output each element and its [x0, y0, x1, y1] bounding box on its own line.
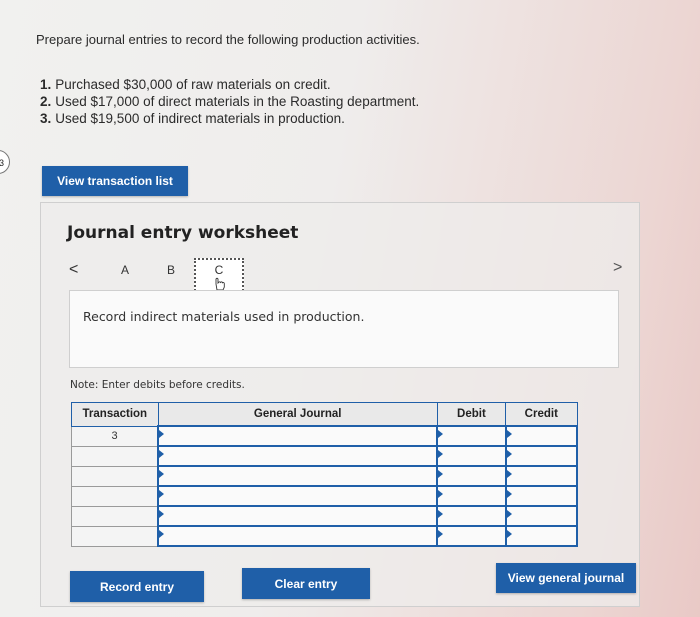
debit-input[interactable]	[436, 525, 507, 547]
table-row	[71, 485, 579, 507]
account-select[interactable]	[157, 485, 439, 507]
credit-input[interactable]	[504, 445, 579, 467]
activity-item: 1. Purchased $30,000 of raw materials on …	[40, 77, 331, 92]
credit-input[interactable]	[504, 425, 579, 447]
activity-list: 1. Purchased $30,000 of raw materials on …	[40, 76, 419, 127]
header-transaction: Transaction	[71, 402, 159, 427]
debit-input[interactable]	[436, 505, 507, 527]
entry-description-box: Record indirect materials used in produc…	[69, 290, 619, 368]
activity-item: 2. Used $17,000 of direct materials in th…	[40, 94, 420, 109]
instructions: Prepare journal entries to record the fo…	[36, 32, 420, 47]
tab-a[interactable]: A	[121, 263, 129, 277]
account-select[interactable]	[157, 525, 439, 547]
journal-entry-worksheet: Journal entry worksheet < A B C > Record…	[40, 202, 640, 607]
worksheet-title: Journal entry worksheet	[67, 223, 299, 243]
prev-question-tab[interactable]: 3	[0, 150, 10, 174]
transaction-cell	[71, 465, 159, 487]
table-row: 3	[71, 425, 579, 447]
header-debit: Debit	[436, 402, 507, 427]
table-row	[71, 445, 579, 467]
credit-input[interactable]	[504, 465, 579, 487]
tab-b[interactable]: B	[167, 263, 175, 277]
view-general-journal-button[interactable]: View general journal	[496, 563, 636, 593]
account-select[interactable]	[157, 425, 439, 447]
table-row	[71, 465, 579, 487]
account-select[interactable]	[157, 445, 439, 467]
journal-table: Transaction General Journal Debit Credit…	[71, 402, 579, 547]
record-entry-button[interactable]: Record entry	[70, 571, 204, 602]
entry-description: Record indirect materials used in produc…	[83, 309, 365, 324]
debit-input[interactable]	[436, 465, 507, 487]
note-text: Note: Enter debits before credits.	[70, 379, 245, 391]
account-select[interactable]	[157, 505, 439, 527]
debit-input[interactable]	[436, 425, 507, 447]
credit-input[interactable]	[504, 525, 579, 547]
chevron-left-icon[interactable]: <	[69, 261, 78, 279]
transaction-cell: 3	[71, 425, 159, 447]
credit-input[interactable]	[504, 485, 579, 507]
account-select[interactable]	[157, 465, 439, 487]
chevron-right-icon[interactable]: >	[613, 259, 622, 277]
transaction-cell	[71, 525, 159, 547]
debit-input[interactable]	[436, 445, 507, 467]
transaction-cell	[71, 445, 159, 467]
transaction-cell	[71, 505, 159, 527]
hand-pointer-icon	[215, 277, 225, 291]
table-row	[71, 525, 579, 547]
header-general-journal: General Journal	[157, 402, 438, 427]
clear-entry-button[interactable]: Clear entry	[242, 568, 370, 599]
table-row	[71, 505, 579, 527]
debit-input[interactable]	[436, 485, 507, 507]
tab-c[interactable]: C	[194, 258, 244, 294]
header-credit: Credit	[505, 402, 578, 427]
view-transaction-list-button[interactable]: View transaction list	[42, 166, 188, 196]
table-header-row: Transaction General Journal Debit Credit	[71, 402, 578, 427]
credit-input[interactable]	[504, 505, 579, 527]
activity-item: 3. Used $19,500 of indirect materials in …	[40, 111, 345, 126]
transaction-cell	[71, 485, 159, 507]
tab-c-label: C	[214, 263, 224, 277]
